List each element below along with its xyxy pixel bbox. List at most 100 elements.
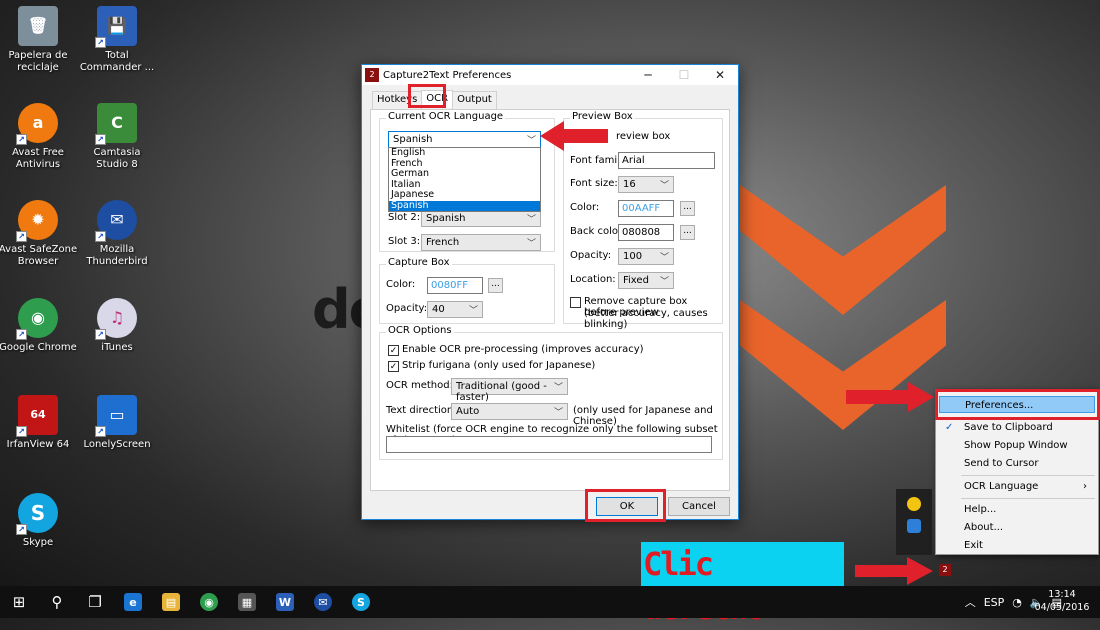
capture-color-input[interactable]: 0080FF	[427, 277, 483, 294]
maximize-icon: ☐	[678, 68, 690, 82]
cancel-button[interactable]: Cancel	[668, 497, 730, 516]
whitelist-input[interactable]	[386, 436, 712, 453]
menu-item-save-to-clipboard[interactable]: ✓ Save to Clipboard	[939, 419, 1095, 436]
skype-taskbar-icon[interactable]: S	[342, 586, 380, 618]
dialog-titlebar[interactable]: 2 Capture2Text Preferences ─ ☐ ✕	[362, 65, 738, 85]
back-color-input[interactable]: 080808	[618, 224, 674, 241]
shortcut-arrow-icon: ↗	[95, 231, 106, 242]
language-indicator[interactable]: ESP	[984, 596, 1005, 609]
chevron-down-icon: ﹀	[468, 306, 478, 316]
skype-icon: S ↗	[16, 493, 58, 535]
annotation-arrow-right-icon-2	[855, 557, 933, 585]
location-select[interactable]: Fixed ﹀	[618, 272, 674, 289]
chevron-right-icon: ›	[1083, 481, 1087, 492]
preview-color-label: Color:	[570, 202, 600, 213]
thunderbird-taskbar-icon[interactable]: ✉	[304, 586, 342, 618]
font-size-select[interactable]: 16 ﹀	[618, 176, 674, 193]
font-family-input[interactable]: Arial	[618, 152, 715, 169]
itunes-icon: ♫ ↗	[95, 298, 137, 340]
close-icon[interactable]: ✕	[702, 68, 738, 82]
task-view-icon[interactable]: ❐	[76, 586, 114, 618]
tray-overflow-panel	[896, 489, 932, 555]
desktop-icon-irfanview[interactable]: 64 ↗ IrfanView 64	[0, 395, 79, 451]
capture2text-tray-icon[interactable]: 2	[939, 564, 951, 576]
checkmark-icon: ✓	[945, 422, 954, 433]
minimize-icon[interactable]: ─	[630, 68, 666, 82]
remove-capture-box-checkbox[interactable]	[570, 297, 581, 308]
menu-item-ocr-language[interactable]: OCR Language ›	[939, 478, 1095, 495]
menu-item-show-popup-window[interactable]: Show Popup Window	[939, 437, 1095, 454]
slot2-select[interactable]: Spanish ﹀	[421, 210, 541, 227]
menu-separator	[961, 475, 1095, 476]
capture-opacity-select[interactable]: 40 ﹀	[427, 301, 483, 318]
desktop-icon-avast-safezone[interactable]: ✹ ↗ Avast SafeZone Browser	[0, 200, 79, 268]
tray-app-icon-blue[interactable]	[907, 519, 921, 533]
annotation-arrow-left-icon	[540, 121, 608, 151]
desktop-icon-total-commander[interactable]: 💾 ↗ Total Commander ...	[76, 6, 158, 74]
slot2-label: Slot 2:	[388, 212, 421, 223]
desktop-icon-thunderbird[interactable]: ✉ ↗ Mozilla Thunderbird	[76, 200, 158, 268]
clock-time: 13:14	[1048, 589, 1076, 600]
back-color-label: Back color:	[570, 226, 626, 237]
edge-browser-icon[interactable]: e	[114, 586, 152, 618]
desktop-icon-itunes[interactable]: ♫ ↗ iTunes	[76, 298, 158, 354]
show-preview-box-label: review box	[616, 131, 671, 142]
chrome-taskbar-icon[interactable]: ◉	[190, 586, 228, 618]
ocr-tab-panel: Current OCR Language Spanish ﹀ Slot 2: S…	[370, 109, 730, 491]
desktop-icon-recycle-bin[interactable]: 🗑 Papelera de reciclaje	[0, 6, 79, 74]
store-icon[interactable]: ▦	[228, 586, 266, 618]
language-option-english[interactable]: English	[389, 147, 540, 159]
menu-item-send-to-cursor[interactable]: Send to Cursor	[939, 455, 1095, 472]
strip-furigana-checkbox[interactable]: ✓	[388, 361, 399, 372]
desktop-icon-google-chrome[interactable]: ◉ ↗ Google Chrome	[0, 298, 79, 354]
desktop-icon-camtasia[interactable]: C ↗ Camtasia Studio 8	[76, 103, 158, 171]
wifi-icon[interactable]: ◔	[1012, 596, 1022, 609]
word-icon[interactable]: W	[266, 586, 304, 618]
chrome-icon: ◉ ↗	[16, 298, 58, 340]
menu-item-help[interactable]: Help...	[939, 501, 1095, 518]
chevron-down-icon: ﹀	[659, 253, 669, 263]
tab-output[interactable]: Output	[452, 91, 497, 109]
ocr-language-select[interactable]: Spanish ﹀	[388, 131, 541, 148]
shortcut-arrow-icon: ↗	[95, 37, 106, 48]
ocr-options-group: OCR Options ✓ Enable OCR pre-processing …	[379, 325, 723, 460]
slot3-select[interactable]: French ﹀	[421, 234, 541, 251]
desktop-icon-lonelyscreen[interactable]: ▭ ↗ LonelyScreen	[76, 395, 158, 451]
capture-box-group: Capture Box Color: 0080FF ... Opacity: 4…	[379, 257, 555, 324]
preview-opacity-select[interactable]: 100 ﹀	[618, 248, 674, 265]
back-color-browse-button[interactable]: ...	[680, 225, 695, 240]
taskbar-clock[interactable]: 13:14 04/05/2016	[1032, 588, 1092, 614]
capture-color-browse-button[interactable]: ...	[488, 278, 503, 293]
right-click-callout: Clic derecho	[641, 542, 844, 627]
tray-app-icon-yellow[interactable]	[907, 497, 921, 511]
desktop-icon-skype[interactable]: S ↗ Skype	[0, 493, 79, 549]
chevron-down-icon: ﹀	[659, 181, 669, 191]
language-option-spanish[interactable]: Spanish	[389, 200, 540, 211]
chevron-down-icon: ﹀	[553, 408, 563, 418]
preprocess-checkbox[interactable]: ✓	[388, 345, 399, 356]
search-icon[interactable]: ⚲	[38, 586, 76, 618]
preview-color-input[interactable]: 00AAFF	[618, 200, 674, 217]
text-direction-select[interactable]: Auto ﹀	[451, 403, 568, 420]
annotation-box-preferences	[935, 389, 1100, 420]
capture-box-legend: Capture Box	[386, 257, 452, 268]
language-option-german[interactable]: German	[389, 168, 540, 180]
chevron-down-icon: ﹀	[553, 383, 563, 393]
file-explorer-icon[interactable]: ▤	[152, 586, 190, 618]
floppy-disk-icon: 💾 ↗	[95, 6, 137, 48]
menu-item-about[interactable]: About...	[939, 519, 1095, 536]
language-option-japanese[interactable]: Japanese	[389, 189, 540, 201]
desktop-icon-avast-antivirus[interactable]: a ↗ Avast Free Antivirus	[0, 103, 79, 171]
clock-date: 04/05/2016	[1034, 602, 1090, 613]
shortcut-arrow-icon: ↗	[16, 231, 27, 242]
windows-start-icon[interactable]: ⊞	[0, 586, 38, 618]
shortcut-arrow-icon: ↗	[95, 134, 106, 145]
annotation-box-ok-button	[585, 489, 666, 522]
preview-color-browse-button[interactable]: ...	[680, 201, 695, 216]
ocr-method-select[interactable]: Traditional (good - faster) ﹀	[451, 378, 568, 403]
chevron-up-icon[interactable]: ︿	[965, 594, 976, 610]
chevron-down-icon: ﹀	[526, 215, 536, 225]
menu-item-exit[interactable]: Exit	[939, 537, 1095, 554]
ocr-options-legend: OCR Options	[386, 325, 454, 336]
capture-color-label: Color:	[386, 279, 416, 290]
